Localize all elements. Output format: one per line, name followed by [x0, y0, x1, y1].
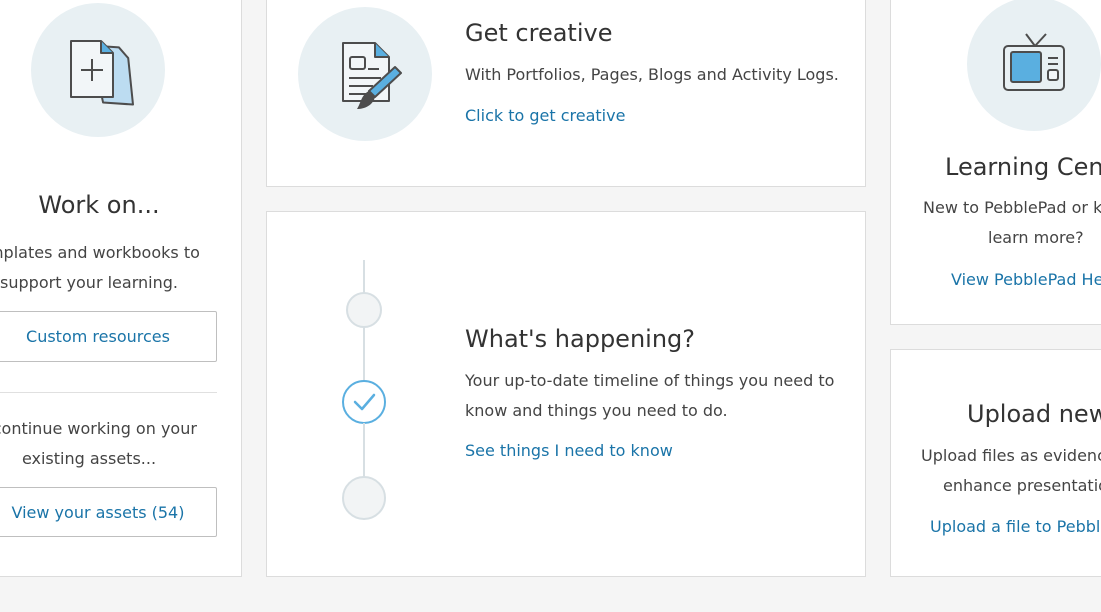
- upload-new-title: Upload new: [967, 400, 1101, 428]
- whats-happening-text-line2: know and things you need to do.: [465, 401, 728, 420]
- learning-centre-card: Learning Cent New to PebblePad or ke lea…: [890, 0, 1101, 325]
- whats-happening-card: What's happening? Your up-to-date timeli…: [266, 211, 866, 577]
- learning-centre-text-line2: learn more?: [988, 228, 1084, 247]
- get-creative-link[interactable]: Click to get creative: [465, 106, 625, 125]
- work-on-text-2: r continue working on your existing asse…: [0, 414, 219, 474]
- get-creative-card: Get creative With Portfolios, Pages, Blo…: [266, 0, 866, 187]
- upload-new-link[interactable]: Upload a file to Pebble: [930, 517, 1101, 536]
- timeline-icon: [342, 260, 386, 520]
- work-on-text-2-line1: r continue working on your: [0, 419, 197, 438]
- whats-happening-text: Your up-to-date timeline of things you n…: [465, 366, 834, 426]
- upload-new-text-line1: Upload files as evidence: [921, 446, 1101, 465]
- work-on-text-1-line2: support your learning.: [0, 273, 178, 292]
- upload-new-text-line2: enhance presentatio: [943, 476, 1101, 495]
- whats-happening-title: What's happening?: [465, 325, 696, 353]
- work-on-text-1-line1: emplates and workbooks to: [0, 243, 200, 262]
- upload-new-card: Upload new Upload files as evidence enha…: [890, 349, 1101, 577]
- whats-happening-link[interactable]: See things I need to know: [465, 441, 673, 460]
- custom-resources-button[interactable]: Custom resources: [0, 311, 217, 362]
- work-on-card: Work on... emplates and workbooks to sup…: [0, 0, 242, 577]
- work-on-title: Work on...: [38, 191, 160, 219]
- learning-centre-text-line1: New to PebblePad or ke: [923, 198, 1101, 217]
- document-paintbrush-icon: [342, 42, 402, 109]
- upload-new-text: Upload files as evidence enhance present…: [921, 441, 1101, 501]
- whats-happening-text-line1: Your up-to-date timeline of things you n…: [465, 371, 835, 390]
- learning-centre-link[interactable]: View PebblePad He: [951, 270, 1101, 289]
- television-icon: [1003, 33, 1065, 91]
- work-on-text-2-line2: existing assets...: [21, 449, 157, 468]
- learning-centre-title: Learning Cent: [945, 153, 1101, 181]
- learning-centre-text: New to PebblePad or ke learn more?: [901, 193, 1101, 253]
- new-document-icon: [70, 40, 134, 106]
- divider: [0, 392, 217, 393]
- view-assets-button[interactable]: View your assets (54): [0, 487, 217, 537]
- work-on-text-1: emplates and workbooks to support your l…: [0, 238, 219, 298]
- get-creative-title: Get creative: [465, 19, 613, 47]
- get-creative-text: With Portfolios, Pages, Blogs and Activi…: [465, 65, 839, 84]
